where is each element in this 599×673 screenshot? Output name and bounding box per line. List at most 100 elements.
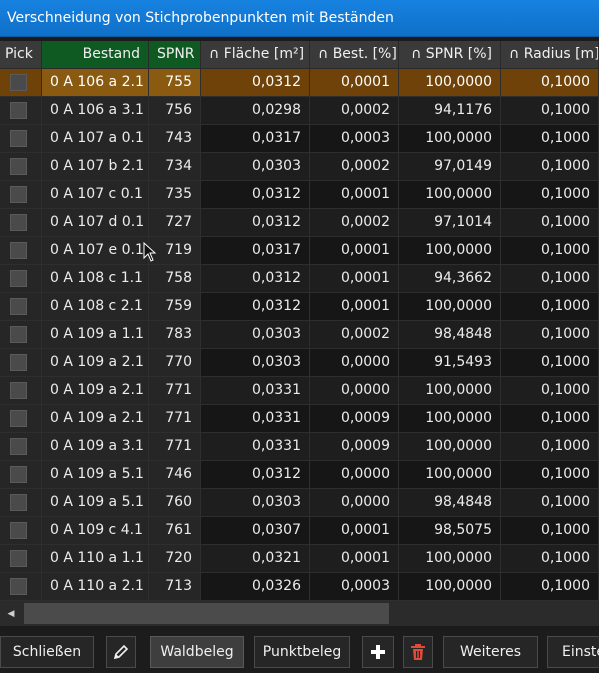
cell-flaeche: 0,0317 (201, 125, 310, 152)
table-row[interactable]: 0 A 108 c 2.1 759 0,0312 0,0001 100,0000 0,10… (0, 293, 599, 321)
cell-spnr: 758 (149, 265, 201, 292)
cell-best-percent: 0,0002 (310, 321, 399, 348)
cell-spnr: 734 (149, 153, 201, 180)
delete-button[interactable] (403, 636, 433, 668)
cell-bestand: 0 A 110 a 1.1 (42, 545, 149, 572)
more-button[interactable]: Weiteres (443, 636, 538, 668)
table-row[interactable]: 0 A 109 a 2.1 771 0,0331 0,0000 100,0000 0,10… (0, 377, 599, 405)
column-header-flaeche[interactable]: ∩ Fläche [m²] (201, 41, 310, 68)
cell-spnr-percent: 98,5075 (399, 517, 501, 544)
cell-flaeche: 0,0307 (201, 517, 310, 544)
pick-checkbox[interactable] (10, 270, 27, 287)
table-row[interactable]: 0 A 108 c 1.1 758 0,0312 0,0001 94,3662 0,100… (0, 265, 599, 293)
table-row[interactable]: 0 A 109 a 5.1 746 0,0312 0,0000 100,0000 0,10… (0, 461, 599, 489)
column-header-spnr[interactable]: SPNR (149, 41, 201, 68)
pick-checkbox[interactable] (10, 242, 27, 259)
cell-spnr: 770 (149, 349, 201, 376)
cell-flaeche: 0,0312 (201, 293, 310, 320)
cell-spnr: 755 (149, 69, 201, 96)
table-row[interactable]: 0 A 109 a 1.1 783 0,0303 0,0002 98,4848 0,100… (0, 321, 599, 349)
pick-checkbox[interactable] (10, 74, 27, 91)
table-row[interactable]: 0 A 107 d 0.1 727 0,0312 0,0002 97,1014 0,100… (0, 209, 599, 237)
table-row[interactable]: 0 A 107 c 0.1 735 0,0312 0,0001 100,0000 0,10… (0, 181, 599, 209)
table-row[interactable]: 0 A 107 b 2.1 734 0,0303 0,0002 97,0149 0,100… (0, 153, 599, 181)
pick-checkbox[interactable] (10, 326, 27, 343)
column-header-spnr-percent[interactable]: ∩ SPNR [%] (399, 41, 501, 68)
cell-pick (0, 461, 42, 488)
cell-spnr-percent: 98,4848 (399, 489, 501, 516)
cell-spnr: 746 (149, 461, 201, 488)
table-row[interactable]: 0 A 110 a 1.1 720 0,0321 0,0001 100,0000 0,10… (0, 545, 599, 573)
waldbeleg-button[interactable]: Waldbeleg (150, 636, 244, 668)
pick-checkbox[interactable] (10, 158, 27, 175)
close-button[interactable]: Schließen (0, 636, 94, 668)
cell-radius: 0,1000 (501, 69, 599, 96)
table-row[interactable]: 0 A 106 a 2.1 755 0,0312 0,0001 100,0000 0,10… (0, 69, 599, 97)
settings-button[interactable]: Einste (547, 636, 599, 668)
cell-bestand: 0 A 110 a 2.1 (42, 573, 149, 600)
cell-bestand: 0 A 106 a 2.1 (42, 69, 149, 96)
cell-flaeche: 0,0312 (201, 69, 310, 96)
table-row[interactable]: 0 A 109 a 2.1 771 0,0331 0,0009 100,0000 0,10… (0, 405, 599, 433)
pick-checkbox[interactable] (10, 578, 27, 595)
pick-checkbox[interactable] (10, 130, 27, 147)
pick-checkbox[interactable] (10, 438, 27, 455)
pick-checkbox[interactable] (10, 494, 27, 511)
pick-checkbox[interactable] (10, 298, 27, 315)
column-header-bestand[interactable]: Bestand (42, 41, 149, 68)
table-header: Pick Bestand SPNR ∩ Fläche [m²] ∩ Best. … (0, 41, 599, 69)
cell-pick (0, 489, 42, 516)
cell-radius: 0,1000 (501, 97, 599, 124)
cell-pick (0, 153, 42, 180)
cell-radius: 0,1000 (501, 293, 599, 320)
cell-radius: 0,1000 (501, 237, 599, 264)
cell-bestand: 0 A 109 a 2.1 (42, 377, 149, 404)
window-titlebar: Verschneidung von Stichprobenpunkten mit… (0, 0, 599, 37)
scrollbar-thumb[interactable] (24, 603, 389, 624)
pick-checkbox[interactable] (10, 186, 27, 203)
table-row[interactable]: 0 A 107 a 0.1 743 0,0317 0,0003 100,0000 0,10… (0, 125, 599, 153)
horizontal-scrollbar[interactable]: ◀ (0, 601, 599, 626)
cell-spnr-percent: 94,3662 (399, 265, 501, 292)
cell-pick (0, 517, 42, 544)
cell-bestand: 0 A 109 a 5.1 (42, 489, 149, 516)
cell-pick (0, 545, 42, 572)
cell-spnr-percent: 100,0000 (399, 461, 501, 488)
pick-checkbox[interactable] (10, 466, 27, 483)
cell-spnr: 756 (149, 97, 201, 124)
pick-checkbox[interactable] (10, 382, 27, 399)
cell-bestand: 0 A 109 a 2.1 (42, 405, 149, 432)
table-row[interactable]: 0 A 110 a 2.1 713 0,0326 0,0003 100,0000 0,10… (0, 573, 599, 601)
cell-flaeche: 0,0326 (201, 573, 310, 600)
punktbeleg-button[interactable]: Punktbeleg (254, 636, 350, 668)
cell-spnr-percent: 100,0000 (399, 433, 501, 460)
pick-checkbox[interactable] (10, 550, 27, 567)
cell-spnr: 713 (149, 573, 201, 600)
column-header-radius[interactable]: ∩ Radius [m] (501, 41, 599, 68)
cell-bestand: 0 A 107 c 0.1 (42, 181, 149, 208)
table-row[interactable]: 0 A 109 a 2.1 770 0,0303 0,0000 91,5493 0,100… (0, 349, 599, 377)
pick-checkbox[interactable] (10, 354, 27, 371)
scroll-left-icon[interactable]: ◀ (0, 601, 22, 626)
table-row[interactable]: 0 A 109 a 5.1 760 0,0303 0,0000 98,4848 0,100… (0, 489, 599, 517)
cell-best-percent: 0,0001 (310, 237, 399, 264)
table-row[interactable]: 0 A 106 a 3.1 756 0,0298 0,0002 94,1176 0,100… (0, 97, 599, 125)
cell-spnr-percent: 91,5493 (399, 349, 501, 376)
table-row[interactable]: 0 A 109 a 3.1 771 0,0331 0,0009 100,0000 0,10… (0, 433, 599, 461)
add-button[interactable] (362, 636, 394, 668)
pick-checkbox[interactable] (10, 522, 27, 539)
edit-button[interactable] (106, 636, 136, 668)
table-row[interactable]: 0 A 107 e 0.1 719 0,0317 0,0001 100,0000 0,10… (0, 237, 599, 265)
table-row[interactable]: 0 A 109 c 4.1 761 0,0307 0,0001 98,5075 0,100… (0, 517, 599, 545)
cell-best-percent: 0,0003 (310, 573, 399, 600)
intersection-table: Pick Bestand SPNR ∩ Fläche [m²] ∩ Best. … (0, 41, 599, 601)
cell-radius: 0,1000 (501, 489, 599, 516)
column-header-best-percent[interactable]: ∩ Best. [%] (310, 41, 399, 68)
pick-checkbox[interactable] (10, 102, 27, 119)
column-header-pick[interactable]: Pick (0, 41, 42, 68)
cell-spnr-percent: 100,0000 (399, 293, 501, 320)
pick-checkbox[interactable] (10, 410, 27, 427)
table-body: 0 A 106 a 2.1 755 0,0312 0,0001 100,0000 0,10… (0, 69, 599, 601)
cell-radius: 0,1000 (501, 181, 599, 208)
pick-checkbox[interactable] (10, 214, 27, 231)
